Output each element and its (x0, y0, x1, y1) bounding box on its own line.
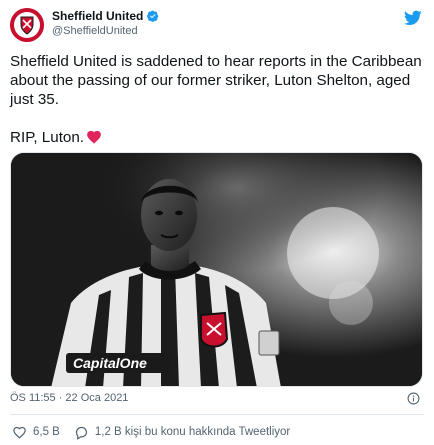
tweet-photo[interactable]: CapitalOne (10, 152, 423, 387)
info-icon[interactable] (407, 392, 420, 405)
like-button[interactable]: 6,5 B (12, 425, 60, 440)
tweet-text: Sheffield United is saddened to hear rep… (10, 52, 426, 147)
tweet-meta: ÖS 11:55 · 22 Oca 2021 (10, 392, 424, 406)
club-crest-icon[interactable] (10, 8, 44, 42)
twitter-bird-icon[interactable] (404, 10, 422, 26)
conversation-button[interactable]: 1,2 B kişi bu konu hakkında Tweetliyor (74, 425, 290, 440)
red-heart-icon (87, 130, 101, 144)
svg-text:CapitalOne: CapitalOne (73, 355, 147, 371)
tweet-actions-bar: 6,5 B 1,2 B kişi bu konu hakkında Tweetl… (12, 424, 304, 440)
tweet-text-line: RIP, Luton. (10, 128, 426, 147)
heart-outline-icon (13, 426, 26, 439)
player-photo-image: CapitalOne (11, 153, 422, 386)
tweet-header: Sheffield United @SheffieldUnited (10, 8, 424, 42)
tweet-text-line: Sheffield United is saddened to hear rep… (10, 53, 422, 108)
display-name[interactable]: Sheffield United (52, 9, 143, 23)
comment-bubble-icon (75, 426, 87, 440)
divider (10, 414, 424, 415)
talking-about-label: 1,2 B kişi bu konu hakkında Tweetliyor (94, 426, 291, 438)
like-count: 6,5 B (33, 426, 60, 438)
account-handle[interactable]: @SheffieldUnited (52, 25, 159, 37)
account-name-block[interactable]: Sheffield United @SheffieldUnited (52, 9, 159, 37)
tweet-timestamp[interactable]: ÖS 11:55 · 22 Oca 2021 (10, 392, 128, 404)
verified-badge-icon (147, 10, 159, 22)
tweet-rip-text: RIP, Luton. (10, 129, 85, 146)
